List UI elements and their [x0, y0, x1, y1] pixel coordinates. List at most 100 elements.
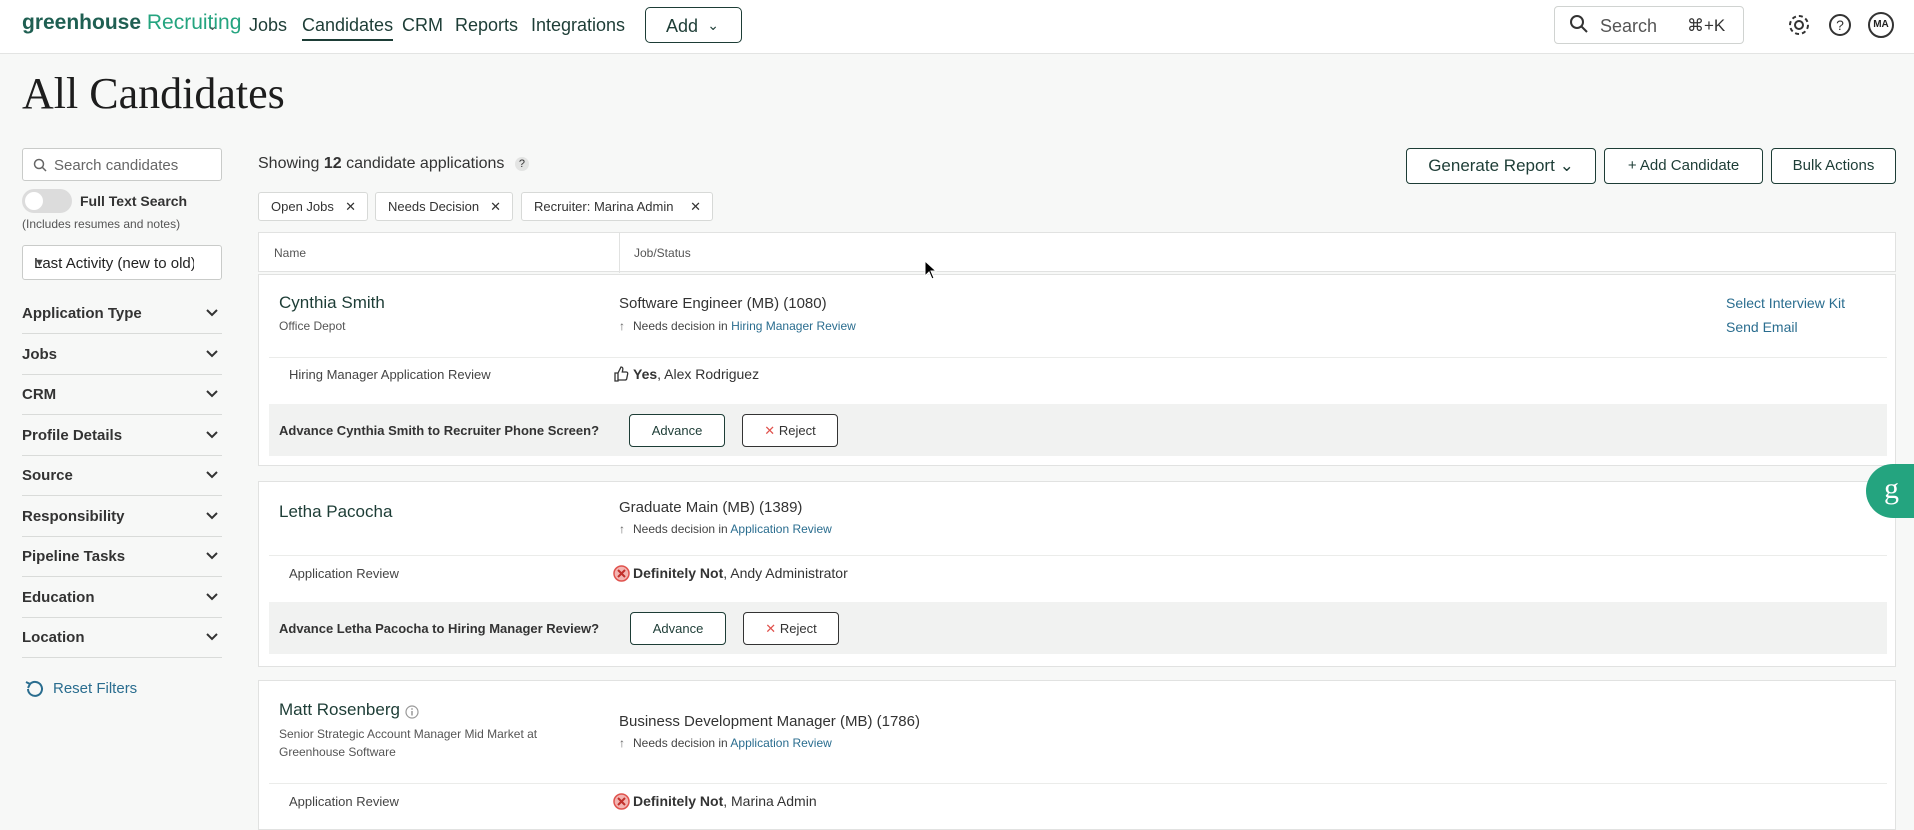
close-icon[interactable]: ✕ — [345, 199, 356, 215]
status-prefix: Needs decision in — [633, 319, 728, 333]
info-icon[interactable] — [405, 705, 419, 719]
reset-filters-label: Reset Filters — [53, 680, 138, 697]
candidate-search-placeholder: Search candidates — [54, 157, 179, 174]
search-icon — [33, 158, 47, 172]
plus-icon: + — [1627, 157, 1637, 174]
advance-label: Advance — [652, 621, 704, 636]
nav-reports[interactable]: Reports — [455, 15, 518, 36]
job-status: ↑ Needs decision in Application Review — [619, 736, 832, 750]
filter-chip-needs-decision[interactable]: Needs Decision ✕ — [375, 192, 513, 221]
job-title: Graduate Main (MB) (1389) — [619, 499, 803, 516]
chevron-down-icon[interactable]: ⌄ — [207, 18, 218, 34]
add-button[interactable]: Add ⌄ — [645, 7, 742, 43]
generate-report-label: Generate Report — [1428, 156, 1555, 175]
sort-select[interactable]: Last Activity (new to old) ▼ — [22, 245, 222, 280]
advance-question: Advance Cynthia Smith to Recruiter Phone… — [279, 423, 600, 438]
search-icon — [1570, 15, 1588, 33]
score-value: Yes — [633, 366, 658, 382]
chip-label: Recruiter: Marina Admin — [534, 199, 674, 214]
full-text-search-toggle[interactable] — [22, 189, 72, 213]
score-value: Definitely Not — [633, 565, 724, 581]
column-divider — [619, 233, 620, 273]
table-header: Name Job/Status — [258, 232, 1896, 273]
definitely-not-icon — [613, 565, 630, 582]
reject-button[interactable]: ✕ Reject — [743, 612, 839, 645]
close-icon: ✕ — [764, 423, 776, 438]
facet-application-type[interactable]: Application Type — [22, 294, 222, 334]
bulk-actions-label: Bulk Actions — [1792, 157, 1875, 174]
nav-crm[interactable]: CRM — [402, 15, 443, 36]
greenhouse-assistant-button[interactable]: g — [1866, 464, 1914, 518]
column-header-name[interactable]: Name — [274, 246, 306, 260]
toggle-knob — [25, 192, 43, 210]
greenhouse-g-icon: g — [1884, 472, 1899, 505]
logo-main: greenhouse — [22, 11, 142, 34]
add-button-label: Add — [666, 16, 699, 36]
interview-stage: Hiring Manager Application Review — [289, 367, 491, 382]
help-icon[interactable]: ? — [1827, 12, 1853, 38]
advance-label: Advance — [651, 423, 703, 438]
reject-button[interactable]: ✕ Reject — [742, 414, 838, 447]
nav-integrations[interactable]: Integrations — [531, 15, 625, 36]
row-divider — [269, 555, 1887, 556]
score-value: Definitely Not — [633, 793, 724, 809]
reject-label: Reject — [779, 621, 817, 636]
facet-education[interactable]: Education — [22, 578, 222, 618]
status-stage-link[interactable]: Application Review — [730, 522, 831, 536]
status-stage-link[interactable]: Hiring Manager Review — [731, 319, 856, 333]
mouse-cursor-icon — [924, 260, 938, 280]
status-stage-link[interactable]: Application Review — [730, 736, 831, 750]
facet-location[interactable]: Location — [22, 618, 222, 658]
global-search[interactable]: Search ⌘+K — [1554, 6, 1744, 44]
svg-text:?: ? — [1836, 17, 1844, 33]
facet-jobs[interactable]: Jobs — [22, 335, 222, 375]
chevron-down-icon — [206, 431, 218, 439]
nav-jobs[interactable]: Jobs — [249, 15, 287, 36]
close-icon: ✕ — [765, 621, 777, 636]
showing-suffix: candidate applications — [346, 155, 505, 172]
close-icon[interactable]: ✕ — [690, 199, 701, 215]
candidate-search-input[interactable]: Search candidates — [22, 148, 222, 181]
reject-label: Reject — [778, 423, 816, 438]
job-status: ↑ Needs decision in Hiring Manager Review — [619, 319, 856, 333]
generate-report-button[interactable]: Generate Report ⌄ — [1406, 148, 1596, 184]
facet-label: Location — [22, 629, 85, 646]
facet-source[interactable]: Source — [22, 456, 222, 496]
facet-label: Responsibility — [22, 508, 125, 525]
nav-candidates[interactable]: Candidates — [302, 15, 394, 41]
candidate-name-link[interactable]: Letha Pacocha — [279, 502, 392, 522]
scorer-name: , Marina Admin — [723, 793, 817, 809]
chevron-down-icon: ⌄ — [1559, 156, 1574, 175]
close-icon[interactable]: ✕ — [490, 199, 501, 215]
advance-button[interactable]: Advance — [630, 612, 726, 645]
candidate-name-link[interactable]: Matt Rosenberg — [279, 700, 400, 720]
avatar[interactable]: MA — [1868, 12, 1894, 38]
facet-profile-details[interactable]: Profile Details — [22, 416, 222, 456]
bulk-actions-button[interactable]: Bulk Actions — [1771, 148, 1896, 184]
filter-chip-open-jobs[interactable]: Open Jobs ✕ — [258, 192, 368, 221]
chevron-down-icon — [206, 512, 218, 520]
help-icon[interactable]: ? — [514, 157, 529, 171]
column-header-job-status[interactable]: Job/Status — [634, 246, 691, 260]
row-divider — [269, 357, 1887, 358]
candidate-headline-company: Greenhouse Software — [279, 745, 396, 759]
advance-button[interactable]: Advance — [629, 414, 725, 447]
facet-label: Application Type — [22, 305, 142, 322]
filter-chip-recruiter[interactable]: Recruiter: Marina Admin ✕ — [521, 192, 713, 221]
facet-crm[interactable]: CRM — [22, 375, 222, 415]
status-prefix: Needs decision in — [633, 736, 728, 750]
facet-label: Education — [22, 589, 95, 606]
gear-icon[interactable] — [1786, 12, 1812, 38]
chevron-down-icon — [206, 309, 218, 317]
add-candidate-button[interactable]: + Add Candidate — [1604, 148, 1763, 184]
select-interview-kit-link[interactable]: Select Interview Kit — [1726, 295, 1845, 311]
facet-responsibility[interactable]: Responsibility — [22, 497, 222, 537]
candidate-name-link[interactable]: Cynthia Smith — [279, 293, 385, 313]
facet-label: CRM — [22, 386, 57, 403]
chevron-down-icon — [206, 593, 218, 601]
chevron-down-icon — [206, 390, 218, 398]
facet-pipeline-tasks[interactable]: Pipeline Tasks — [22, 537, 222, 577]
send-email-link[interactable]: Send Email — [1726, 319, 1798, 335]
page-title: All Candidates — [22, 69, 285, 118]
advance-row: Advance Cynthia Smith to Recruiter Phone… — [269, 404, 1887, 456]
